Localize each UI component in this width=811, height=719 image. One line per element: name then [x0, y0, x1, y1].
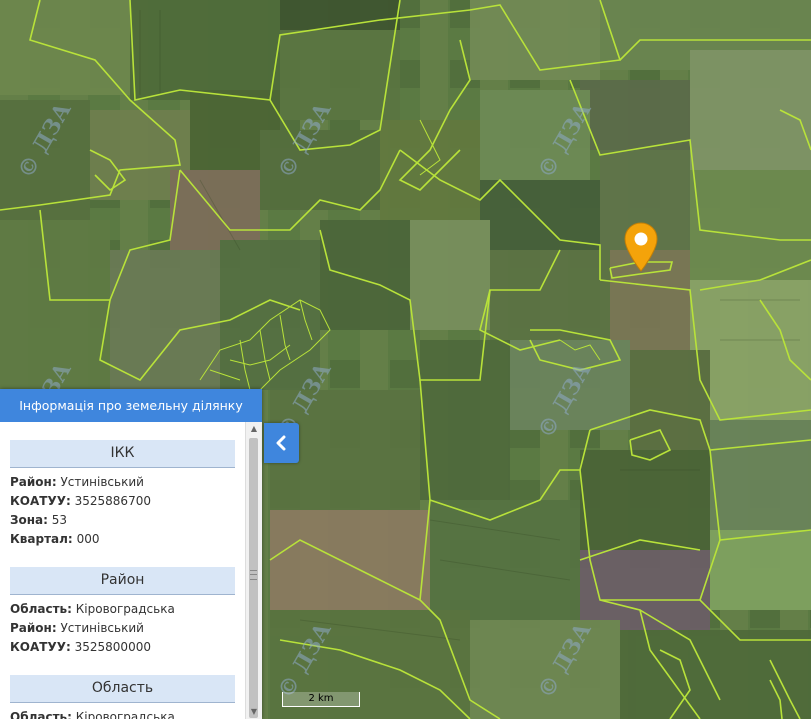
scale-label: 2 km	[308, 693, 334, 704]
row-value: Устинівський	[60, 621, 144, 635]
scroll-up-arrow-icon[interactable]: ▲	[246, 422, 262, 436]
row-value: Кіровоградська	[75, 710, 175, 719]
chevron-left-icon	[276, 435, 286, 451]
row-value: Кіровоградська	[75, 602, 175, 616]
collapse-panel-button[interactable]	[264, 423, 299, 463]
panel-header: Інформація про земельну ділянку	[0, 389, 262, 422]
row-key: Область:	[10, 710, 72, 719]
panel-scrollbar[interactable]: ▲ ▼	[245, 422, 262, 719]
row-value: Устинівський	[60, 475, 144, 489]
ikk-row-kvartal: Квартал: 000	[10, 530, 246, 549]
ikk-row-zona: Зона: 53	[10, 511, 246, 530]
section-title-rayon: Район	[10, 567, 235, 595]
row-key: Зона:	[10, 513, 48, 527]
row-key: Область:	[10, 602, 72, 616]
row-key: Район:	[10, 621, 57, 635]
row-value: 000	[76, 532, 100, 546]
scroll-down-arrow-icon[interactable]: ▼	[246, 705, 262, 719]
rayon-row-koatuu: КОАТУУ: 3525800000	[10, 638, 246, 657]
row-key: Квартал:	[10, 532, 73, 546]
scroll-thumb[interactable]	[249, 438, 258, 718]
row-value: 3525800000	[74, 640, 151, 654]
oblast-row-oblast: Область: Кіровоградська	[10, 708, 246, 719]
map-scale-bar: 2 km	[282, 692, 360, 707]
rayon-row-rayon: Район: Устинівський	[10, 619, 246, 638]
rayon-row-oblast: Область: Кіровоградська	[10, 600, 246, 619]
row-key: КОАТУУ:	[10, 494, 71, 508]
row-key: Район:	[10, 475, 57, 489]
section-title-ikk: ІКК	[10, 440, 235, 468]
grip-icon	[250, 570, 257, 580]
panel-body: ІКК Район: Устинівський КОАТУУ: 35258867…	[0, 422, 246, 719]
section-title-oblast: Область	[10, 675, 235, 703]
ikk-row-koatuu: КОАТУУ: 3525886700	[10, 492, 246, 511]
info-panel: Інформація про земельну ділянку ІКК Райо…	[0, 389, 262, 719]
row-value: 53	[51, 513, 68, 527]
row-key: КОАТУУ:	[10, 640, 71, 654]
row-value: 3525886700	[74, 494, 151, 508]
map-pin-icon[interactable]	[624, 222, 658, 276]
ikk-row-rayon: Район: Устинівський	[10, 473, 246, 492]
